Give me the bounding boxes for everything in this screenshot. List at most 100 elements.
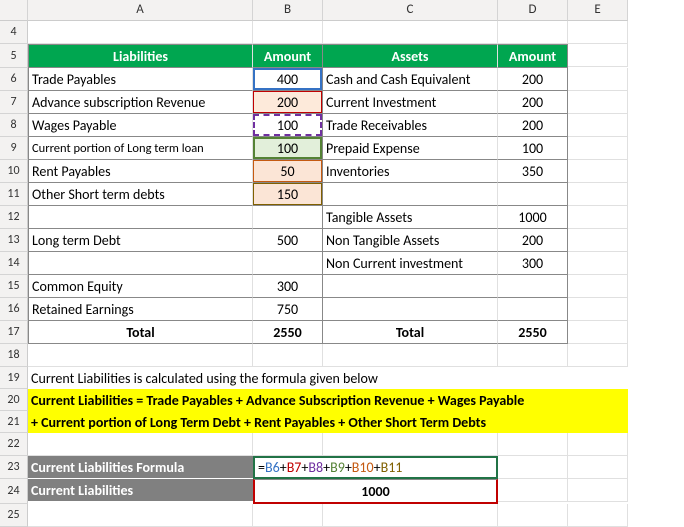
- table-cell[interactable]: Trade Payables: [28, 68, 253, 91]
- row-21[interactable]: 21: [0, 411, 28, 433]
- cell[interactable]: [568, 479, 628, 502]
- cell[interactable]: [568, 275, 628, 298]
- cell[interactable]: [568, 298, 628, 321]
- cell[interactable]: [568, 21, 628, 44]
- table-cell[interactable]: 100: [253, 137, 323, 160]
- table-cell[interactable]: 350: [498, 160, 568, 183]
- cell[interactable]: [568, 456, 628, 479]
- cell[interactable]: [28, 21, 253, 44]
- table-cell[interactable]: Non Current investment: [323, 252, 498, 275]
- row-23[interactable]: 23: [0, 456, 28, 479]
- cell[interactable]: [568, 183, 628, 206]
- table-cell[interactable]: Wages Payable: [28, 114, 253, 137]
- row-16[interactable]: 16: [0, 298, 28, 321]
- table-cell[interactable]: 750: [253, 298, 323, 321]
- liabilities-header[interactable]: Liabilities: [28, 44, 253, 68]
- row-22[interactable]: 22: [0, 433, 28, 456]
- cell[interactable]: [498, 344, 568, 367]
- table-cell[interactable]: Cash and Cash Equivalent: [323, 68, 498, 91]
- table-cell[interactable]: [253, 252, 323, 275]
- cell[interactable]: [253, 344, 323, 367]
- cell[interactable]: [253, 21, 323, 44]
- table-cell[interactable]: 200: [498, 229, 568, 252]
- cell[interactable]: [253, 433, 323, 456]
- table-cell[interactable]: Trade Receivables: [323, 114, 498, 137]
- table-cell[interactable]: 100: [498, 137, 568, 160]
- table-cell[interactable]: 200: [498, 114, 568, 137]
- col-D[interactable]: D: [498, 0, 568, 21]
- row-18[interactable]: 18: [0, 344, 28, 367]
- cell[interactable]: [323, 344, 498, 367]
- cell[interactable]: [498, 456, 568, 479]
- row-25[interactable]: 25: [0, 504, 28, 527]
- cell[interactable]: [568, 504, 628, 527]
- total-label[interactable]: Total: [28, 321, 253, 344]
- row-11[interactable]: 11: [0, 183, 28, 206]
- table-cell[interactable]: 200: [498, 68, 568, 91]
- table-cell[interactable]: Prepaid Expense: [323, 137, 498, 160]
- table-cell[interactable]: 50: [253, 160, 323, 183]
- result-label[interactable]: Current Liabilities: [28, 479, 253, 501]
- formula-text-line1[interactable]: Current Liabilities = Trade Payables + A…: [28, 389, 628, 411]
- cell[interactable]: [498, 433, 568, 456]
- row-13[interactable]: 13: [0, 229, 28, 252]
- cell[interactable]: [568, 433, 628, 456]
- table-cell[interactable]: [323, 183, 498, 206]
- table-cell[interactable]: 1000: [498, 206, 568, 229]
- col-B[interactable]: B: [253, 0, 323, 21]
- row-10[interactable]: 10: [0, 160, 28, 183]
- formula-editing-cell[interactable]: =B6+B7+B8+B9+B10+B11: [253, 456, 498, 479]
- cell[interactable]: [323, 433, 498, 456]
- spreadsheet-grid[interactable]: A B C D E 4 5 Liabilities Amount Assets …: [0, 0, 684, 527]
- table-cell[interactable]: [253, 206, 323, 229]
- amount-header[interactable]: Amount: [253, 44, 323, 68]
- formula-label[interactable]: Current Liabilities Formula: [28, 456, 253, 478]
- cell[interactable]: [323, 21, 498, 44]
- cell[interactable]: [498, 21, 568, 44]
- assets-header[interactable]: Assets: [323, 44, 498, 68]
- table-cell[interactable]: Common Equity: [28, 275, 253, 298]
- cell[interactable]: [568, 206, 628, 229]
- formula-text-line2[interactable]: + Current portion of Long Term Debt + Re…: [28, 411, 628, 433]
- result-value[interactable]: 1000: [253, 479, 498, 504]
- cell[interactable]: [568, 160, 628, 183]
- table-cell[interactable]: 300: [253, 275, 323, 298]
- row-7[interactable]: 7: [0, 91, 28, 114]
- cell[interactable]: [568, 252, 628, 275]
- cell[interactable]: [568, 229, 628, 252]
- row-12[interactable]: 12: [0, 206, 28, 229]
- table-cell[interactable]: [28, 206, 253, 229]
- row-19[interactable]: 19: [0, 367, 28, 389]
- amount-header[interactable]: Amount: [498, 44, 568, 68]
- cell[interactable]: [323, 504, 498, 527]
- table-cell[interactable]: 300: [498, 252, 568, 275]
- table-cell[interactable]: Inventories: [323, 160, 498, 183]
- cell[interactable]: [568, 344, 628, 367]
- col-E[interactable]: E: [568, 0, 628, 21]
- table-cell[interactable]: 500: [253, 229, 323, 252]
- table-cell[interactable]: 200: [253, 91, 323, 114]
- table-cell[interactable]: Current portion of Long term loan: [28, 137, 253, 160]
- row-6[interactable]: 6: [0, 68, 28, 91]
- table-cell[interactable]: 400: [253, 68, 323, 91]
- table-cell[interactable]: 100: [253, 114, 323, 137]
- explain-text[interactable]: Current Liabilities is calculated using …: [28, 367, 628, 389]
- row-4[interactable]: 4: [0, 21, 28, 44]
- table-cell[interactable]: 200: [498, 91, 568, 114]
- cell[interactable]: [568, 114, 628, 137]
- table-cell[interactable]: [28, 252, 253, 275]
- table-cell[interactable]: [323, 298, 498, 321]
- row-14[interactable]: 14: [0, 252, 28, 275]
- cell[interactable]: [568, 44, 628, 67]
- cell[interactable]: [253, 504, 323, 527]
- total-label[interactable]: Total: [323, 321, 498, 344]
- table-cell[interactable]: Other Short term debts: [28, 183, 253, 206]
- table-cell[interactable]: Advance subscription Revenue: [28, 91, 253, 114]
- total-value[interactable]: 2550: [498, 321, 568, 344]
- row-17[interactable]: 17: [0, 321, 28, 344]
- cell[interactable]: [28, 433, 253, 456]
- col-C[interactable]: C: [323, 0, 498, 21]
- table-cell[interactable]: Retained Earnings: [28, 298, 253, 321]
- cell[interactable]: [568, 91, 628, 114]
- row-20[interactable]: 20: [0, 389, 28, 411]
